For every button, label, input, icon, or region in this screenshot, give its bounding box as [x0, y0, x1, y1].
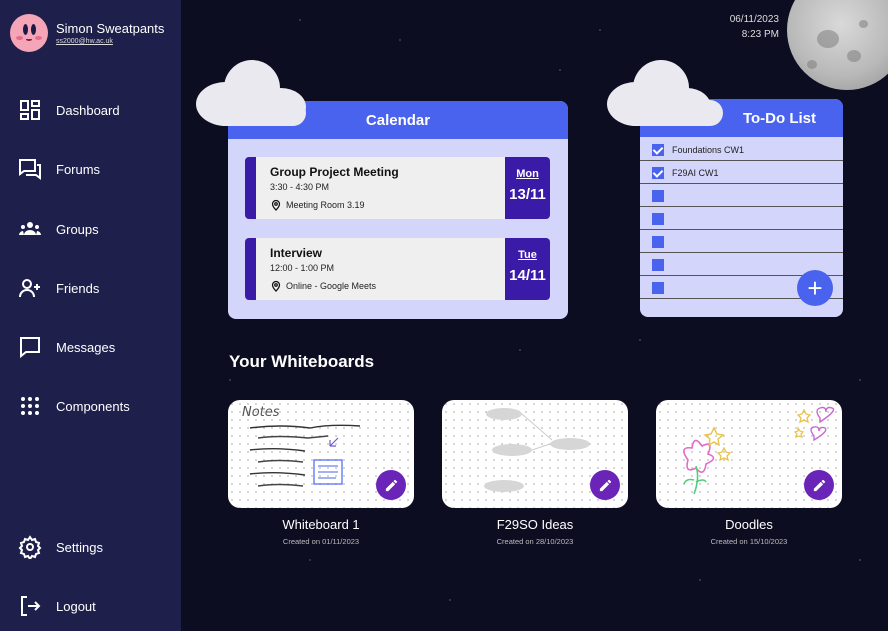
todo-checkbox[interactable]	[652, 212, 664, 225]
todo-checkbox[interactable]	[652, 189, 664, 202]
todo-checkbox[interactable]	[652, 258, 664, 271]
sidebar-item-label: Messages	[56, 339, 116, 355]
sidebar-item-label: Dashboard	[56, 102, 120, 118]
whiteboard-name[interactable]: Whiteboard 1	[228, 517, 414, 532]
message-icon	[20, 337, 40, 359]
event-time: 12:00 - 1:00 PM	[270, 263, 335, 273]
sidebar-item-components[interactable]: Components	[18, 394, 130, 418]
whiteboard-card[interactable]	[656, 400, 842, 508]
event-date-badge: Mon 13/11	[505, 157, 550, 219]
whiteboard-name[interactable]: Doodles	[656, 517, 842, 532]
grid-dots-icon	[21, 397, 39, 415]
user-email[interactable]: ss2000@hw.ac.uk	[56, 38, 164, 45]
pencil-icon	[385, 479, 397, 491]
pencil-icon	[813, 479, 825, 491]
location-pin-icon	[271, 199, 281, 211]
add-friend-icon	[19, 279, 40, 298]
sidebar-item-forums[interactable]: Forums	[18, 157, 100, 181]
dashboard-icon	[20, 100, 40, 120]
todo-item[interactable]: F29AI CW1	[640, 162, 843, 184]
sidebar-item-dashboard[interactable]: Dashboard	[18, 98, 120, 122]
gear-icon	[18, 535, 42, 559]
todo-checkbox[interactable]	[652, 281, 664, 294]
whiteboard-date: Created on 01/11/2023	[282, 537, 360, 546]
groups-icon	[19, 222, 41, 235]
sidebar-item-label: Friends	[56, 280, 100, 296]
sidebar-item-label: Settings	[56, 539, 103, 555]
event-location: Online - Google Meets	[270, 280, 376, 292]
avatar	[10, 14, 48, 52]
whiteboards-heading: Your Whiteboards	[229, 352, 375, 371]
sidebar-item-logout[interactable]: Logout	[18, 594, 96, 618]
calendar-event[interactable]: Interview 12:00 - 1:00 PM Online - Googl…	[245, 238, 550, 300]
current-time: 8:23 PM	[741, 29, 779, 40]
pencil-icon	[599, 479, 611, 491]
sidebar-item-settings[interactable]: Settings	[18, 535, 103, 559]
event-date: 13/11	[509, 186, 546, 203]
event-date-badge: Tue 14/11	[505, 238, 550, 300]
todo-item[interactable]: Foundations CW1	[640, 139, 843, 161]
edit-whiteboard-button[interactable]	[590, 470, 620, 500]
whiteboard-date: Created on 28/10/2023	[496, 537, 574, 546]
sidebar-item-label: Forums	[56, 161, 101, 177]
user-profile[interactable]: Simon Sweatpants ss2000@hw.ac.uk	[10, 14, 164, 52]
whiteboard-date: Created on 15/10/2023	[710, 537, 788, 546]
whiteboard-card[interactable]: Notes	[228, 400, 414, 508]
location-pin-icon	[271, 280, 281, 292]
event-title: Group Project Meeting	[270, 165, 399, 179]
event-time: 3:30 - 4:30 PM	[270, 182, 330, 192]
calendar-event[interactable]: Group Project Meeting 3:30 - 4:30 PM Mee…	[245, 157, 550, 219]
edit-whiteboard-button[interactable]	[804, 470, 834, 500]
whiteboard-card[interactable]	[442, 400, 628, 508]
current-date: 06/11/2023	[729, 14, 779, 25]
todo-checkbox[interactable]	[652, 166, 664, 179]
logout-icon	[21, 596, 41, 616]
sidebar-item-label: Components	[56, 398, 130, 414]
sidebar-item-label: Groups	[56, 221, 99, 237]
whiteboard-name[interactable]: F29SO Ideas	[442, 517, 628, 532]
todo-checkbox[interactable]	[652, 235, 664, 248]
add-todo-button[interactable]: +	[797, 270, 833, 306]
todo-item[interactable]	[640, 185, 843, 207]
todo-checkbox[interactable]	[652, 143, 664, 156]
datetime: 06/11/2023 8:23 PM	[730, 12, 779, 42]
forums-icon	[19, 159, 41, 180]
todo-item[interactable]	[640, 208, 843, 230]
edit-whiteboard-button[interactable]	[376, 470, 406, 500]
user-name: Simon Sweatpants	[56, 21, 165, 36]
sidebar-item-messages[interactable]: Messages	[18, 335, 115, 359]
event-day: Mon	[516, 168, 539, 180]
sidebar-item-label: Logout	[56, 598, 96, 614]
event-date: 14/11	[509, 267, 546, 284]
svg-text:Notes: Notes	[242, 405, 280, 420]
event-day: Tue	[518, 249, 537, 261]
sidebar: Simon Sweatpants ss2000@hw.ac.uk Dashboa…	[0, 0, 181, 631]
calendar-widget: Calendar Group Project Meeting 3:30 - 4:…	[228, 101, 568, 319]
sidebar-item-groups[interactable]: Groups	[18, 217, 99, 241]
event-title: Interview	[270, 246, 323, 260]
todo-item[interactable]	[640, 231, 843, 253]
event-location: Meeting Room 3.19	[270, 199, 365, 211]
sidebar-item-friends[interactable]: Friends	[18, 276, 99, 300]
